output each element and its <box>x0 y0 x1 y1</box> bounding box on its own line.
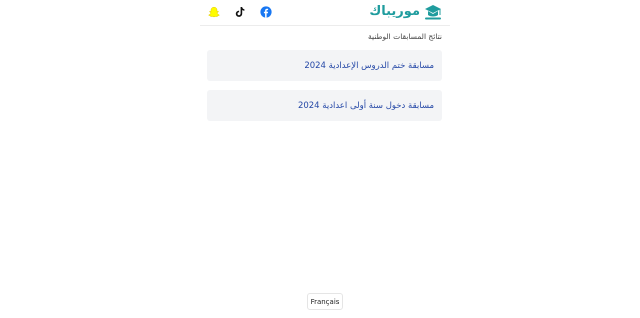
logo-text: موريباك <box>369 4 420 19</box>
page: موريباك نتائج المسابقات الوطنية مسابقة خ… <box>0 0 640 318</box>
tiktok-icon[interactable] <box>234 6 246 18</box>
header: موريباك <box>200 0 450 26</box>
contest-label[interactable]: مسابقة دخول سنة أولى اعدادية 2024 <box>298 101 434 111</box>
contest-card-bepc[interactable]: مسابقة ختم الدروس الإعدادية 2024 <box>207 50 442 81</box>
section-title: نتائج المسابقات الوطنية <box>367 32 442 41</box>
language-switch-button[interactable]: Français <box>307 293 343 310</box>
snapchat-icon[interactable] <box>208 6 220 18</box>
logo[interactable]: موريباك <box>369 4 442 20</box>
social-links <box>208 6 272 18</box>
contest-label[interactable]: مسابقة ختم الدروس الإعدادية 2024 <box>304 61 434 71</box>
contest-card-concours-entree[interactable]: مسابقة دخول سنة أولى اعدادية 2024 <box>207 90 442 121</box>
graduation-cap-icon <box>425 5 441 20</box>
contest-list: مسابقة ختم الدروس الإعدادية 2024 مسابقة … <box>207 50 442 130</box>
facebook-icon[interactable] <box>260 6 272 18</box>
